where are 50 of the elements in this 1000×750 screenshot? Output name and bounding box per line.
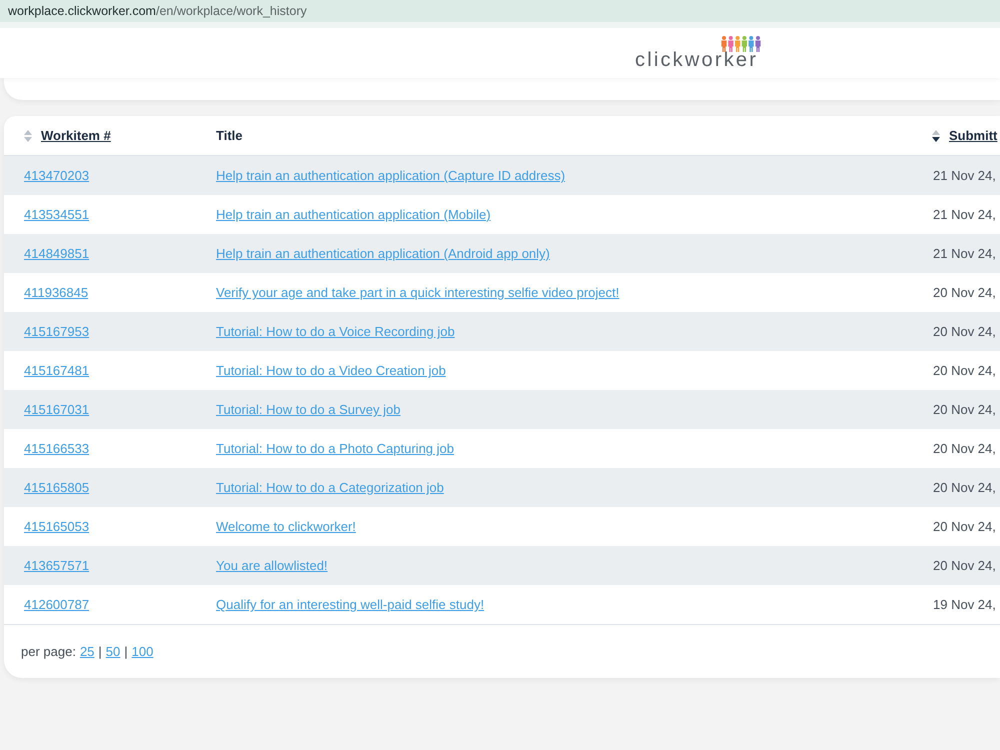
logo-text: clickworker [635,51,758,69]
title-link[interactable]: Tutorial: How to do a Survey job [216,402,400,417]
column-header: Title [216,128,242,143]
date-cell: 21 Nov 24, [933,246,996,261]
title-link[interactable]: Help train an authentication application (Capture ID address) [216,168,566,183]
date-cell: 20 Nov 24, [933,480,996,495]
title-link[interactable]: Tutorial: How to do a Voice Recording job [216,324,455,339]
date-cell: 20 Nov 24, [933,519,996,534]
title-link[interactable]: Help train an authentication application (Mobile) [216,207,491,222]
title-link[interactable]: Verify your age and take part in a quick interesting selfie video project! [216,285,620,300]
title-link[interactable]: Qualify for an interesting well-paid selfie study! [216,597,484,612]
date-cell: 20 Nov 24, [933,402,996,417]
title-link[interactable]: You are allowlisted! [216,558,328,573]
page-size-link[interactable]: 50 [106,644,120,659]
page-size-link[interactable]: 100 [132,644,154,659]
item-id-link[interactable]: 412600787 [24,597,90,612]
date-cell: 20 Nov 24, [933,285,996,300]
separator-text: | [98,644,102,659]
item-id-link[interactable]: 415167031 [24,402,90,417]
title-link[interactable]: Tutorial: How to do a Video Creation job [216,363,446,378]
item-id-link[interactable]: 415166533 [24,441,90,456]
item-id-link[interactable]: 413657571 [24,558,90,573]
title-link[interactable]: Help train an authentication application (Android app only) [216,246,550,261]
date-cell: 20 Nov 24, [933,324,996,339]
title-link[interactable]: Tutorial: How to do a Categorization job [216,480,444,495]
item-id-link[interactable]: 411936845 [24,285,88,300]
people-icon [721,36,763,52]
item-id-link[interactable]: 415167953 [24,324,90,339]
title-link[interactable]: Tutorial: How to do a Photo Capturing job [216,441,454,456]
item-id-link[interactable]: 415167481 [24,363,90,378]
separator-text: | [124,644,128,659]
date-cell: 20 Nov 24, [933,441,996,456]
title-link[interactable]: Welcome to clickworker! [216,519,356,534]
item-id-link[interactable]: 414849851 [24,246,90,261]
address-bar[interactable]: workplace.clickworker.com/en/workplace/work_history [0,0,1000,22]
column-header-link[interactable]: Submitt [949,128,998,143]
page-size-link[interactable]: 25 [80,644,94,659]
date-cell: 20 Nov 24, [933,363,996,378]
sort-icon[interactable] [932,130,940,142]
url-text: workplace.clickworker.com/en/workplace/work_history [8,4,307,18]
date-cell: 19 Nov 24, [933,597,996,612]
column-header-link[interactable]: Workitem # [41,128,111,143]
date-cell: 21 Nov 24, [933,168,996,183]
item-id-link[interactable]: 413534551 [24,207,90,222]
item-id-link[interactable]: 415165805 [24,480,90,495]
item-id-link[interactable]: 413470203 [24,168,90,183]
date-cell: 20 Nov 24, [933,558,996,573]
per-page-label: per page: [21,644,76,659]
item-id-link[interactable]: 415165053 [24,519,90,534]
date-cell: 21 Nov 24, [933,207,996,222]
